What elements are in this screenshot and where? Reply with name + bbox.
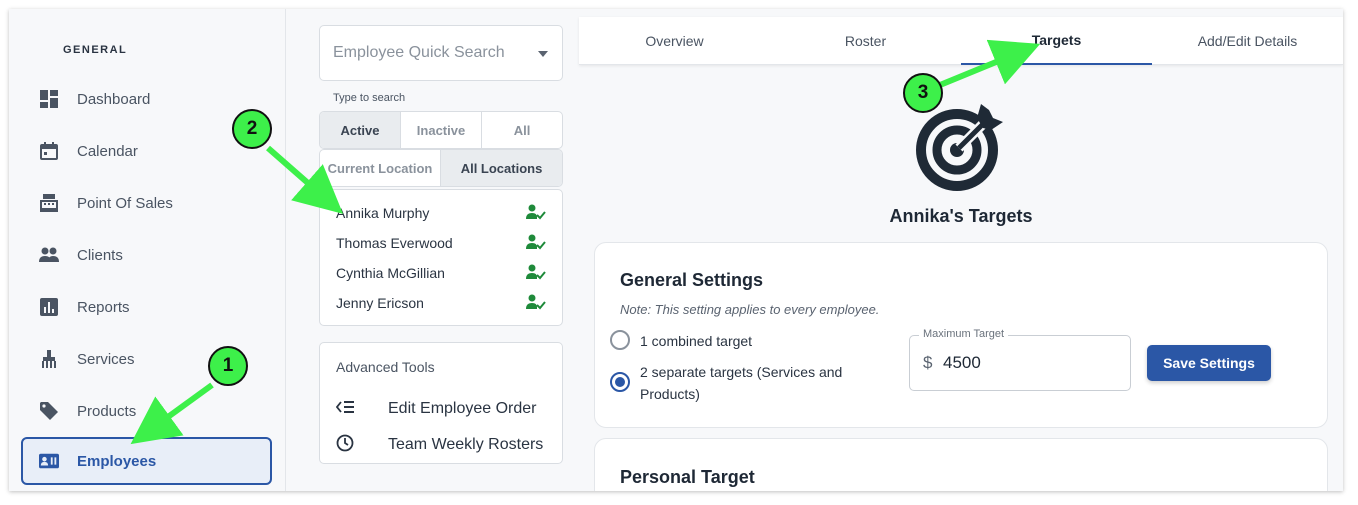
sidebar-section-title: GENERAL [63, 44, 128, 56]
sidebar-item-label: Dashboard [77, 90, 151, 108]
people-icon [39, 245, 59, 265]
clock-icon [336, 434, 354, 457]
general-settings-heading: General Settings [620, 270, 764, 290]
employee-name: Cynthia McGillian [336, 265, 445, 281]
sidebar-item-point-of-sales[interactable]: Point Of Sales [21, 179, 272, 227]
radio-combined-target[interactable]: 1 combined target [610, 330, 870, 352]
sidebar: GENERAL Dashboard Calendar Point Of Sale… [9, 9, 286, 491]
advanced-tools: Advanced Tools Edit Employee Order Team … [319, 342, 563, 464]
employee-name: Thomas Everwood [336, 235, 453, 251]
currency-symbol: $ [923, 353, 933, 372]
sidebar-item-calendar[interactable]: Calendar [21, 127, 272, 175]
filter-current-location[interactable]: Current Location [320, 150, 441, 186]
employee-panel: Employee Quick Search Type to search Act… [287, 9, 576, 491]
field-label: Maximum Target [919, 328, 1009, 340]
sidebar-item-services[interactable]: Services [21, 335, 272, 383]
employee-quick-search[interactable]: Employee Quick Search [319, 25, 563, 81]
user-check-icon [526, 264, 546, 283]
tag-icon [39, 401, 59, 421]
filter-active[interactable]: Active [320, 112, 401, 148]
radio-circle [610, 372, 630, 392]
search-hint: Type to search [333, 92, 406, 104]
team-weekly-rosters-button[interactable]: Team Weekly Rosters [336, 433, 556, 457]
maximum-target-value: 4500 [943, 353, 981, 372]
filter-all-locations[interactable]: All Locations [441, 150, 562, 186]
personal-target-card: Personal Target [594, 438, 1328, 491]
sidebar-item-label: Calendar [77, 142, 138, 160]
sidebar-item-label: Employees [77, 452, 157, 470]
sidebar-item-employees[interactable]: Employees [21, 437, 272, 485]
employee-name: Jenny Ericson [336, 295, 424, 311]
radio-label: 1 combined target [640, 333, 753, 349]
user-check-icon [526, 234, 546, 253]
id-card-icon [39, 451, 59, 471]
cash-register-icon [39, 193, 59, 213]
list-item[interactable]: Cynthia McGillian [336, 261, 546, 285]
employee-detail-pane: Overview Roster Targets Add/Edit Details… [579, 17, 1343, 491]
filter-inactive[interactable]: Inactive [401, 112, 482, 148]
chevron-down-icon [538, 51, 548, 57]
sidebar-item-label: Point Of Sales [77, 194, 173, 212]
general-settings-card: General Settings Note: This setting appl… [594, 242, 1328, 428]
calendar-icon [39, 141, 59, 161]
radio-separate-targets[interactable]: 2 separate targets (Services and Product… [610, 361, 870, 405]
sidebar-item-label: Reports [77, 298, 130, 316]
tab-roster[interactable]: Roster [770, 17, 961, 65]
targets-title: Annika's Targets [889, 206, 1033, 226]
save-settings-button[interactable]: Save Settings [1147, 345, 1271, 381]
app-window: GENERAL Dashboard Calendar Point Of Sale… [9, 9, 1343, 491]
dashboard-icon [39, 89, 59, 109]
tool-label: Team Weekly Rosters [388, 436, 544, 453]
list-item[interactable]: Annika Murphy [336, 201, 546, 225]
sidebar-item-label: Services [77, 350, 135, 368]
tab-overview[interactable]: Overview [579, 17, 770, 65]
status-filter: Active Inactive All [319, 111, 563, 149]
sidebar-item-dashboard[interactable]: Dashboard [21, 75, 272, 123]
maximum-target-field[interactable]: Maximum Target $ 4500 [909, 328, 1131, 391]
sidebar-item-reports[interactable]: Reports [21, 283, 272, 331]
radio-label: 2 separate targets (Services and Product… [640, 364, 843, 402]
sidebar-item-clients[interactable]: Clients [21, 231, 272, 279]
reorder-list-icon [335, 400, 354, 419]
detail-tabs: Overview Roster Targets Add/Edit Details [579, 17, 1343, 65]
user-check-icon [526, 204, 546, 223]
tab-add-edit-details[interactable]: Add/Edit Details [1152, 17, 1343, 65]
edit-employee-order-button[interactable]: Edit Employee Order [335, 397, 556, 421]
bar-chart-icon [39, 297, 59, 317]
sidebar-item-products[interactable]: Products [21, 387, 272, 435]
tool-label: Edit Employee Order [388, 400, 537, 417]
target-icon [916, 104, 1003, 191]
tab-targets[interactable]: Targets [961, 17, 1152, 65]
list-item[interactable]: Thomas Everwood [336, 231, 546, 255]
user-check-icon [526, 294, 546, 313]
search-placeholder: Employee Quick Search [333, 44, 505, 61]
settings-note: Note: This setting applies to every empl… [620, 302, 880, 317]
employee-list: Annika Murphy Thomas Everwood Cynthia Mc… [319, 189, 563, 326]
radio-circle [610, 330, 630, 350]
filter-all[interactable]: All [482, 112, 562, 148]
personal-target-heading: Personal Target [620, 467, 755, 487]
advanced-tools-title: Advanced Tools [336, 359, 435, 375]
employee-name: Annika Murphy [336, 205, 430, 221]
list-item[interactable]: Jenny Ericson [336, 291, 546, 315]
services-icon [39, 349, 59, 369]
location-filter: Current Location All Locations [319, 149, 563, 187]
sidebar-item-label: Products [77, 402, 137, 420]
sidebar-item-label: Clients [77, 246, 123, 264]
